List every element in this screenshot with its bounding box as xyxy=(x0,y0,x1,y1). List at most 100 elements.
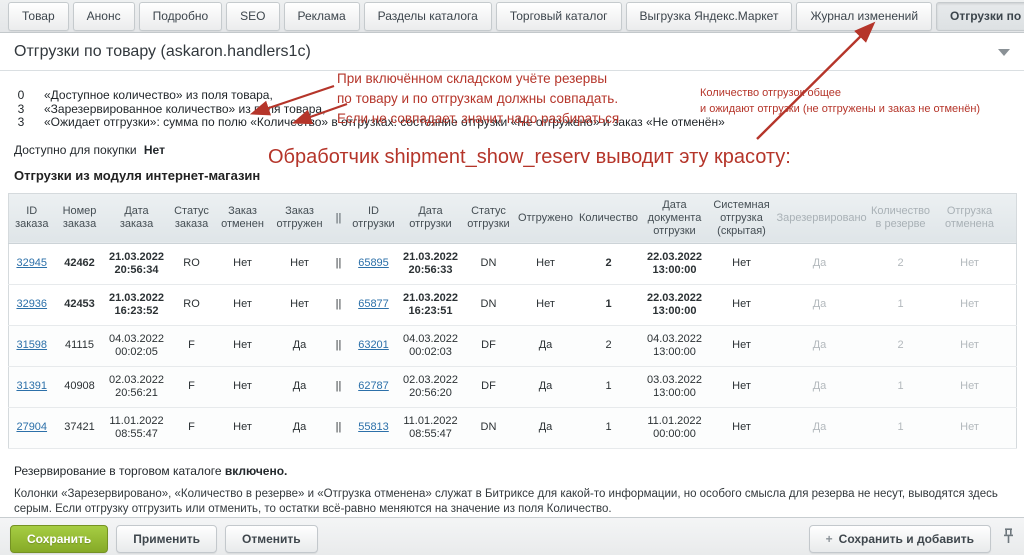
tab-разделы-каталога[interactable]: Разделы каталога xyxy=(364,2,492,31)
table-cell: 1 xyxy=(577,284,641,325)
stock-line-text: «Зарезервированное количество» из поля т… xyxy=(44,103,325,117)
shipment-link[interactable]: 55813 xyxy=(358,421,389,433)
table-cell: Нет xyxy=(271,243,329,284)
save-and-add-label: Сохранить и добавить xyxy=(839,532,974,546)
collapse-chevron-icon[interactable] xyxy=(998,49,1010,56)
table-cell: Да xyxy=(775,366,865,407)
column-header xyxy=(1003,193,1017,243)
order-link[interactable]: 32936 xyxy=(16,298,47,310)
plus-icon: + xyxy=(826,532,833,546)
stock-line: 3«Ожидает отгрузки»: сумма по полю «Коли… xyxy=(14,116,1024,130)
table-cell: 31598 xyxy=(9,325,55,366)
tabs: ТоварАнонсПодробноSEOРекламаРазделы ката… xyxy=(6,2,1024,31)
table-cell: Нет xyxy=(937,284,1003,325)
table-cell: 22.03.2022 13:00:00 xyxy=(641,284,709,325)
footer-pin-icon[interactable] xyxy=(1003,528,1014,549)
column-header: Номер заказа xyxy=(55,193,105,243)
table-cell: F xyxy=(169,325,215,366)
table-cell: || xyxy=(329,407,349,448)
tab-bar: ТоварАнонсПодробноSEOРекламаРазделы ката… xyxy=(0,0,1024,32)
table-cell: Да xyxy=(515,325,577,366)
table-cell: 1 xyxy=(577,407,641,448)
shipment-link[interactable]: 65895 xyxy=(358,257,389,269)
table-cell: 55813 xyxy=(349,407,399,448)
table-cell: Нет xyxy=(937,407,1003,448)
tab-подробно[interactable]: Подробно xyxy=(139,2,223,31)
table-cell: F xyxy=(169,407,215,448)
tab-анонс[interactable]: Анонс xyxy=(73,2,135,31)
column-header: Отгрузка отменена xyxy=(937,193,1003,243)
table-row: 315984111504.03.2022 00:02:05FНетДа||632… xyxy=(9,325,1017,366)
shipment-link[interactable]: 65877 xyxy=(358,298,389,310)
tab-торговый-каталог[interactable]: Торговый каталог xyxy=(496,2,622,31)
order-link[interactable]: 32945 xyxy=(16,257,47,269)
table-cell: 04.03.2022 00:02:03 xyxy=(399,325,463,366)
order-link[interactable]: 27904 xyxy=(16,421,47,433)
tab-отгрузки-по-товару-5-2[interactable]: Отгрузки по товару 5 / 2 xyxy=(936,2,1024,31)
table-cell: 31391 xyxy=(9,366,55,407)
table-cell: 62787 xyxy=(349,366,399,407)
table-cell: DF xyxy=(463,366,515,407)
columns-note: Колонки «Зарезервировано», «Количество в… xyxy=(14,487,1006,517)
table-cell: 1 xyxy=(865,284,937,325)
stock-line-number: 3 xyxy=(14,103,28,117)
cancel-button[interactable]: Отменить xyxy=(225,525,318,553)
table-cell: DN xyxy=(463,284,515,325)
save-button[interactable]: Сохранить xyxy=(10,525,108,553)
order-link[interactable]: 31598 xyxy=(16,339,47,351)
column-header: Статус отгрузки xyxy=(463,193,515,243)
table-cell: Нет xyxy=(937,366,1003,407)
table-cell: Да xyxy=(515,407,577,448)
shipments-table: ID заказаНомер заказаДата заказаСтатус з… xyxy=(8,193,1017,449)
save-and-add-button[interactable]: + Сохранить и добавить xyxy=(809,525,991,553)
table-cell: Да xyxy=(515,366,577,407)
tab-выгрузка-яндекс-маркет[interactable]: Выгрузка Яндекс.Маркет xyxy=(626,2,793,31)
table-cell: || xyxy=(329,325,349,366)
table-cell: 41115 xyxy=(55,325,105,366)
column-header: Статус заказа xyxy=(169,193,215,243)
table-cell: DN xyxy=(463,407,515,448)
tab-seo[interactable]: SEO xyxy=(226,2,279,31)
table-cell: 2 xyxy=(577,243,641,284)
table-cell: 1 xyxy=(865,366,937,407)
table-cell: DN xyxy=(463,243,515,284)
reservation-note: Резервирование в торговом каталоге включ… xyxy=(14,464,1024,478)
table-cell: Нет xyxy=(215,366,271,407)
table-row: 329454246221.03.2022 20:56:34ROНетНет||6… xyxy=(9,243,1017,284)
table-cell: Нет xyxy=(709,243,775,284)
table-cell: 42462 xyxy=(55,243,105,284)
table-cell: Нет xyxy=(709,325,775,366)
table-cell: 32945 xyxy=(9,243,55,284)
tab-реклама[interactable]: Реклама xyxy=(284,2,360,31)
table-cell: 21.03.2022 16:23:51 xyxy=(399,284,463,325)
column-header: || xyxy=(329,193,349,243)
stock-line-number: 0 xyxy=(14,89,28,103)
shipment-link[interactable]: 63201 xyxy=(358,339,389,351)
reservation-note-bold: включено. xyxy=(225,464,288,478)
table-cell: 37421 xyxy=(55,407,105,448)
table-cell: Нет xyxy=(271,284,329,325)
footer-right: + Сохранить и добавить xyxy=(809,525,1014,553)
table-cell: Да xyxy=(775,407,865,448)
stock-line-number: 3 xyxy=(14,116,28,130)
table-cell: 02.03.2022 20:56:20 xyxy=(399,366,463,407)
column-header: Количество в резерве xyxy=(865,193,937,243)
page-title: Отгрузки по товару (askaron.handlers1c) xyxy=(14,43,311,61)
shipment-link[interactable]: 62787 xyxy=(358,380,389,392)
table-cell: Нет xyxy=(215,407,271,448)
title-row: Отгрузки по товару (askaron.handlers1c) xyxy=(0,33,1024,71)
table-cell: 2 xyxy=(865,325,937,366)
table-cell: 11.01.2022 08:55:47 xyxy=(105,407,169,448)
tab-товар[interactable]: Товар xyxy=(8,2,69,31)
apply-button[interactable]: Применить xyxy=(116,525,217,553)
table-cell: 40908 xyxy=(55,366,105,407)
table-cell: 21.03.2022 20:56:33 xyxy=(399,243,463,284)
table-cell: 1 xyxy=(577,366,641,407)
table-cell xyxy=(1003,407,1017,448)
table-cell: RO xyxy=(169,243,215,284)
table-cell: Нет xyxy=(709,284,775,325)
order-link[interactable]: 31391 xyxy=(16,380,47,392)
table-cell: Да xyxy=(271,407,329,448)
table-cell: 2 xyxy=(865,243,937,284)
tab-журнал-изменений[interactable]: Журнал изменений xyxy=(796,2,932,31)
